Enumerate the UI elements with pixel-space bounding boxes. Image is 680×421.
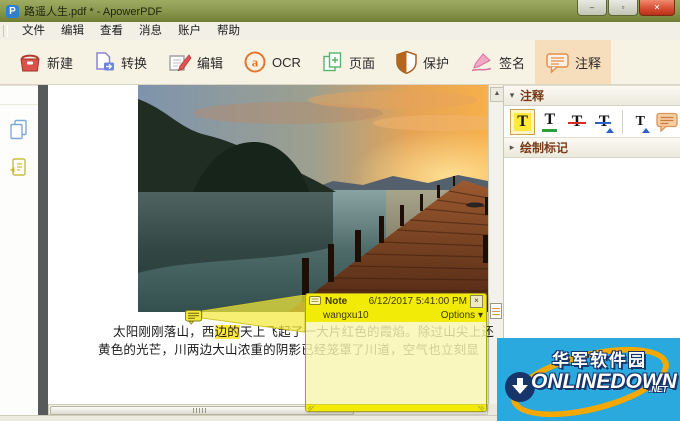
menu-view[interactable]: 查看 [92, 22, 131, 40]
menu-bar: 文件 编辑 查看 消息 账户 帮助 [0, 22, 680, 41]
note-close-icon[interactable]: × [470, 294, 483, 308]
edit-icon [167, 51, 192, 73]
ocr-label: OCR [272, 54, 301, 70]
bookmarks-icon[interactable] [8, 156, 29, 184]
scroll-up-icon[interactable]: ▲ [490, 87, 504, 102]
sticky-note-tool-icon [656, 112, 679, 132]
note-icon [309, 296, 321, 305]
page-thumbnails-icon[interactable] [8, 118, 29, 146]
menu-grip [3, 25, 8, 37]
ocr-icon: a [243, 50, 267, 74]
annotation-tools-row: T T T T T [504, 106, 680, 137]
signature-pen-icon [469, 51, 494, 73]
note-header-row1: Note 6/12/2017 5:41:00 PM × [306, 294, 486, 308]
pdf-page: 太阳刚刚落山，西边的天上飞起了一大片红色的霞焰。除过山尖上还 黄色的光芒，川两边… [48, 85, 494, 412]
note-callout-beam [202, 295, 306, 333]
new-button[interactable]: 新建 [8, 40, 83, 84]
window-title: 路遥人生.pdf * - ApowerPDF [24, 6, 163, 18]
note-resize-handle-right[interactable] [477, 405, 485, 412]
note-text-area[interactable] [306, 322, 486, 404]
insert-glyph: T [635, 113, 645, 129]
sticky-note-popup[interactable]: Note 6/12/2017 5:41:00 PM × wangxu10 Opt… [305, 293, 487, 412]
minimize-button[interactable]: – [577, 0, 607, 16]
sidebar-divider [0, 104, 38, 105]
protect-label: 保护 [422, 55, 449, 71]
scrollbar-grip [193, 408, 207, 413]
pages-icon [321, 51, 344, 73]
pages-label: 页面 [348, 55, 375, 71]
underline-text-tool[interactable]: T [537, 109, 562, 135]
insert-text-tool[interactable]: T [628, 109, 653, 135]
new-label: 新建 [47, 55, 74, 71]
protect-shield-icon [395, 50, 418, 74]
underline-glyph: T [542, 111, 558, 132]
drawing-markups-header[interactable]: ▸ 绘制标记 [504, 137, 680, 158]
insert-caret-icon [641, 127, 650, 133]
convert-button[interactable]: 转换 [83, 40, 157, 84]
maximize-button[interactable]: ▫ [608, 0, 638, 16]
menu-help[interactable]: 帮助 [209, 22, 248, 40]
comment-bubble-icon [545, 51, 570, 74]
strikethrough-text-tool[interactable]: T [564, 109, 589, 135]
svg-text:a: a [252, 55, 259, 70]
note-author: wangxu10 [323, 309, 369, 321]
note-resize-handle-left[interactable] [307, 405, 315, 412]
highlight-text-tool[interactable]: T [510, 108, 536, 135]
comment-label: 注释 [574, 55, 601, 71]
note-footer [306, 404, 486, 412]
app-logo-icon: P [6, 4, 19, 18]
chevron-right-icon: ▸ [509, 142, 515, 152]
watermark-tld-text: .NET [649, 385, 668, 394]
sticky-note-tool[interactable] [655, 109, 680, 135]
sticky-note-anchor-icon[interactable] [185, 310, 203, 325]
sidebar-splitter[interactable] [38, 85, 48, 415]
drawing-markups-title: 绘制标记 [520, 141, 569, 155]
note-header-row2: wangxu10 Options ▾ [306, 308, 486, 322]
onlinedown-watermark: 华军软件园 ONLINEDOWN .NET [497, 338, 680, 421]
text-run: 太阳刚刚落山，西 [113, 325, 215, 339]
edit-label: 编辑 [197, 55, 224, 71]
pages-button[interactable]: 页面 [311, 40, 385, 84]
edit-button[interactable]: 编辑 [157, 40, 233, 84]
close-button[interactable]: ✕ [639, 0, 675, 16]
chevron-down-icon: ▾ [509, 90, 515, 100]
watermark-chinese-text: 华军软件园 [552, 351, 647, 370]
menu-file[interactable]: 文件 [14, 22, 53, 40]
blue-strike-line [594, 121, 611, 124]
note-options-button[interactable]: Options ▾ [441, 310, 483, 321]
sign-button[interactable]: 签名 [459, 40, 535, 84]
menu-message[interactable]: 消息 [131, 22, 170, 40]
comment-section-header[interactable]: ▾ 注释 [504, 85, 680, 106]
pdf-photo-sunset-pier [138, 85, 488, 312]
highlight-glyph: T [514, 112, 531, 131]
apowerpdf-window: P 路遥人生.pdf * - ApowerPDF – ▫ ✕ 文件 编辑 查看 … [0, 0, 680, 421]
comment-button[interactable]: 注释 [534, 40, 611, 84]
title-bar: P 路遥人生.pdf * - ApowerPDF – ▫ ✕ [0, 0, 680, 23]
protect-button[interactable]: 保护 [385, 40, 459, 84]
menu-account[interactable]: 账户 [170, 22, 209, 40]
navigation-sidebar [0, 85, 38, 416]
comment-indicator-icon[interactable] [490, 303, 502, 319]
note-title: Note [325, 295, 348, 307]
comment-section-title: 注释 [520, 89, 545, 103]
red-strike-line [568, 121, 587, 124]
convert-label: 转换 [121, 55, 148, 71]
tools-divider [621, 109, 623, 134]
new-document-icon [18, 51, 42, 73]
convert-icon [93, 51, 116, 73]
ocr-button[interactable]: a OCR [233, 40, 311, 84]
sign-label: 签名 [498, 55, 525, 71]
insert-caret-icon [605, 127, 614, 133]
note-timestamp: 6/12/2017 5:41:00 PM [368, 295, 467, 307]
main-toolbar: 新建 转换 编辑 a OCR 页面 保护 签名 注释 [0, 40, 680, 85]
replace-text-tool[interactable]: T [592, 109, 617, 135]
menu-edit[interactable]: 编辑 [53, 22, 92, 40]
